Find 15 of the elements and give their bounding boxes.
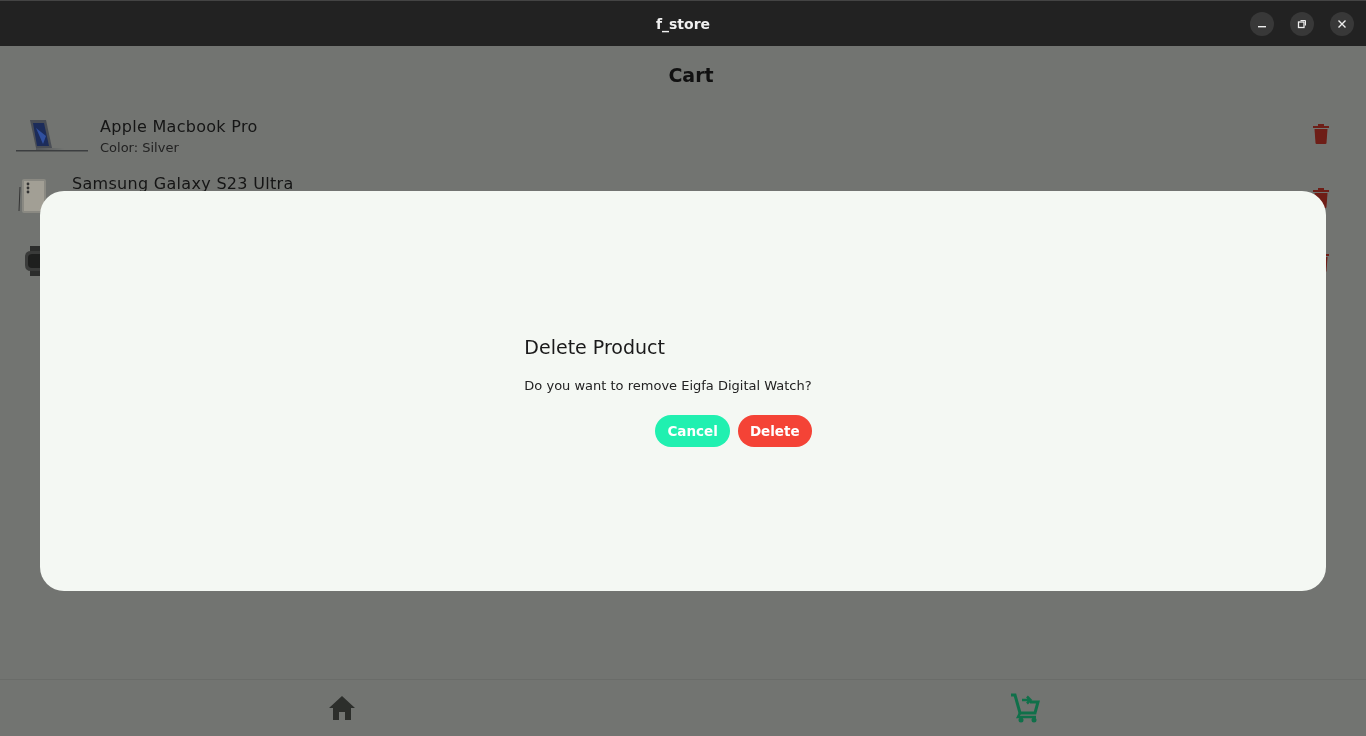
product-color: Color: Silver [100,140,180,155]
restore-icon [1297,19,1307,29]
close-button[interactable] [1330,12,1354,36]
home-icon[interactable] [327,695,356,721]
window-title: f_store [655,15,711,32]
minimize-button[interactable] [1250,12,1274,36]
page-title: Cart [667,63,715,88]
close-icon [1337,19,1347,29]
dialog-message: Do you want to remove Eigfa Digital Watch? [524,377,812,393]
dialog-title: Delete Product [524,335,665,358]
delete-button[interactable]: Delete [737,414,812,447]
maximize-button[interactable] [1290,12,1314,36]
product-name: Samsung Galaxy S23 Ultra [72,173,294,193]
product-name: Apple Macbook Pro [100,117,258,136]
minimize-icon [1258,26,1266,28]
